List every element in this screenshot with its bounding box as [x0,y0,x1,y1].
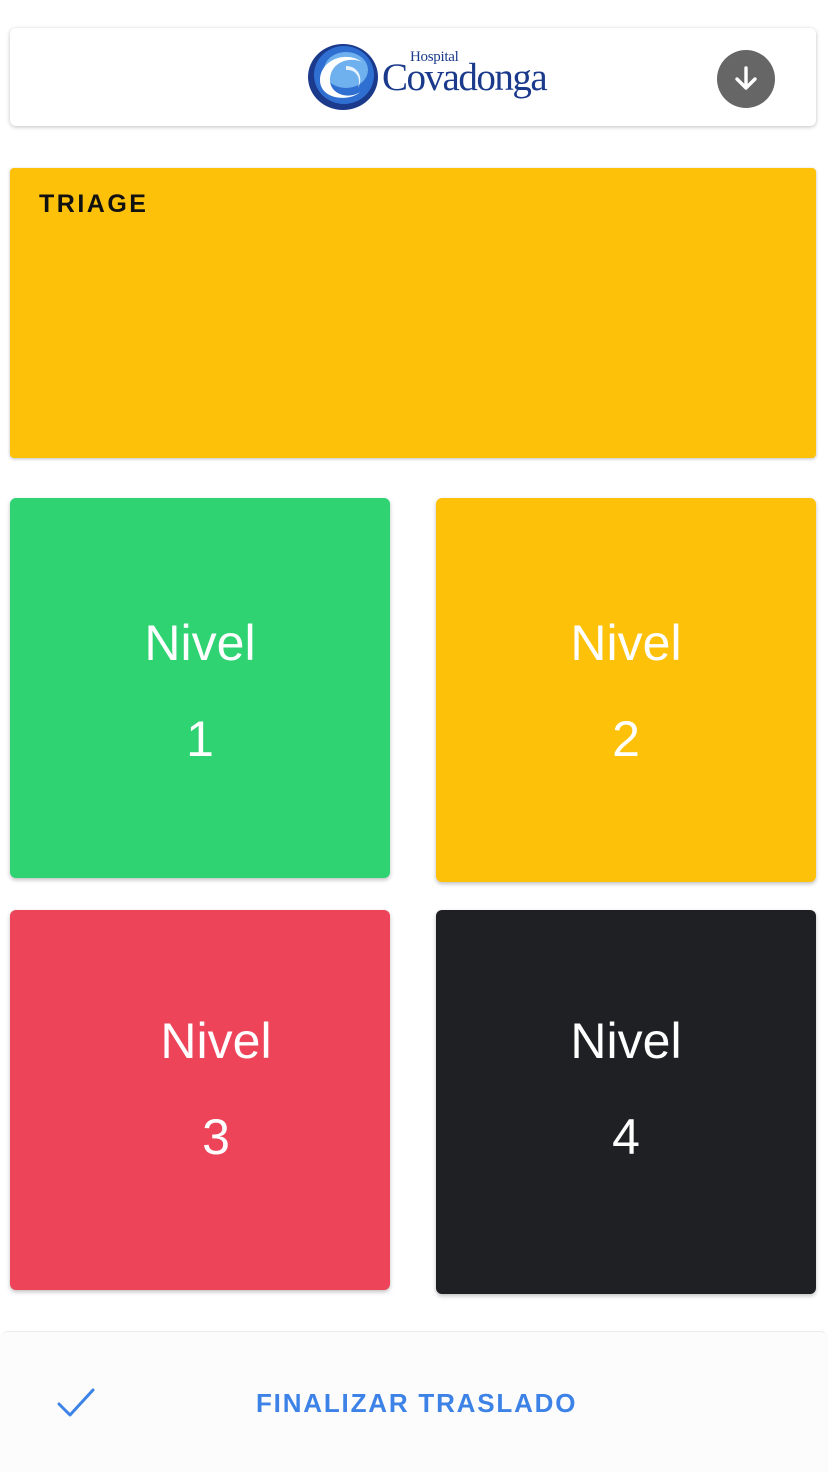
level-1-button[interactable]: Nivel 1 [10,498,390,878]
finalize-transfer-button[interactable]: FINALIZAR TRASLADO [256,1388,577,1419]
level-number: 2 [612,711,640,767]
triage-page: Hospital Covadonga TRIAGE Nivel 1 Nivel … [0,0,828,1472]
triage-banner: TRIAGE [10,168,816,458]
level-4-button[interactable]: Nivel 4 [436,910,816,1294]
level-label: Nivel [570,1013,682,1069]
level-number: 1 [186,711,214,767]
arrow-down-icon [735,66,757,90]
level-number: 4 [612,1109,640,1165]
footer-bar: FINALIZAR TRASLADO [0,1331,828,1472]
level-2-button[interactable]: Nivel 2 [436,498,816,882]
level-label: Nivel [160,1013,272,1069]
triage-title: TRIAGE [39,190,149,218]
level-number: 3 [202,1109,230,1165]
level-label: Nivel [570,615,682,671]
logo-big-text: Covadonga [382,56,548,99]
hospital-logo: Hospital Covadonga [306,36,548,116]
check-icon [57,1388,95,1417]
level-3-button[interactable]: Nivel 3 [10,910,390,1290]
header-card: Hospital Covadonga [10,28,816,126]
level-label: Nivel [144,615,256,671]
download-button[interactable] [717,50,775,108]
logo-swirl-icon [308,44,378,110]
